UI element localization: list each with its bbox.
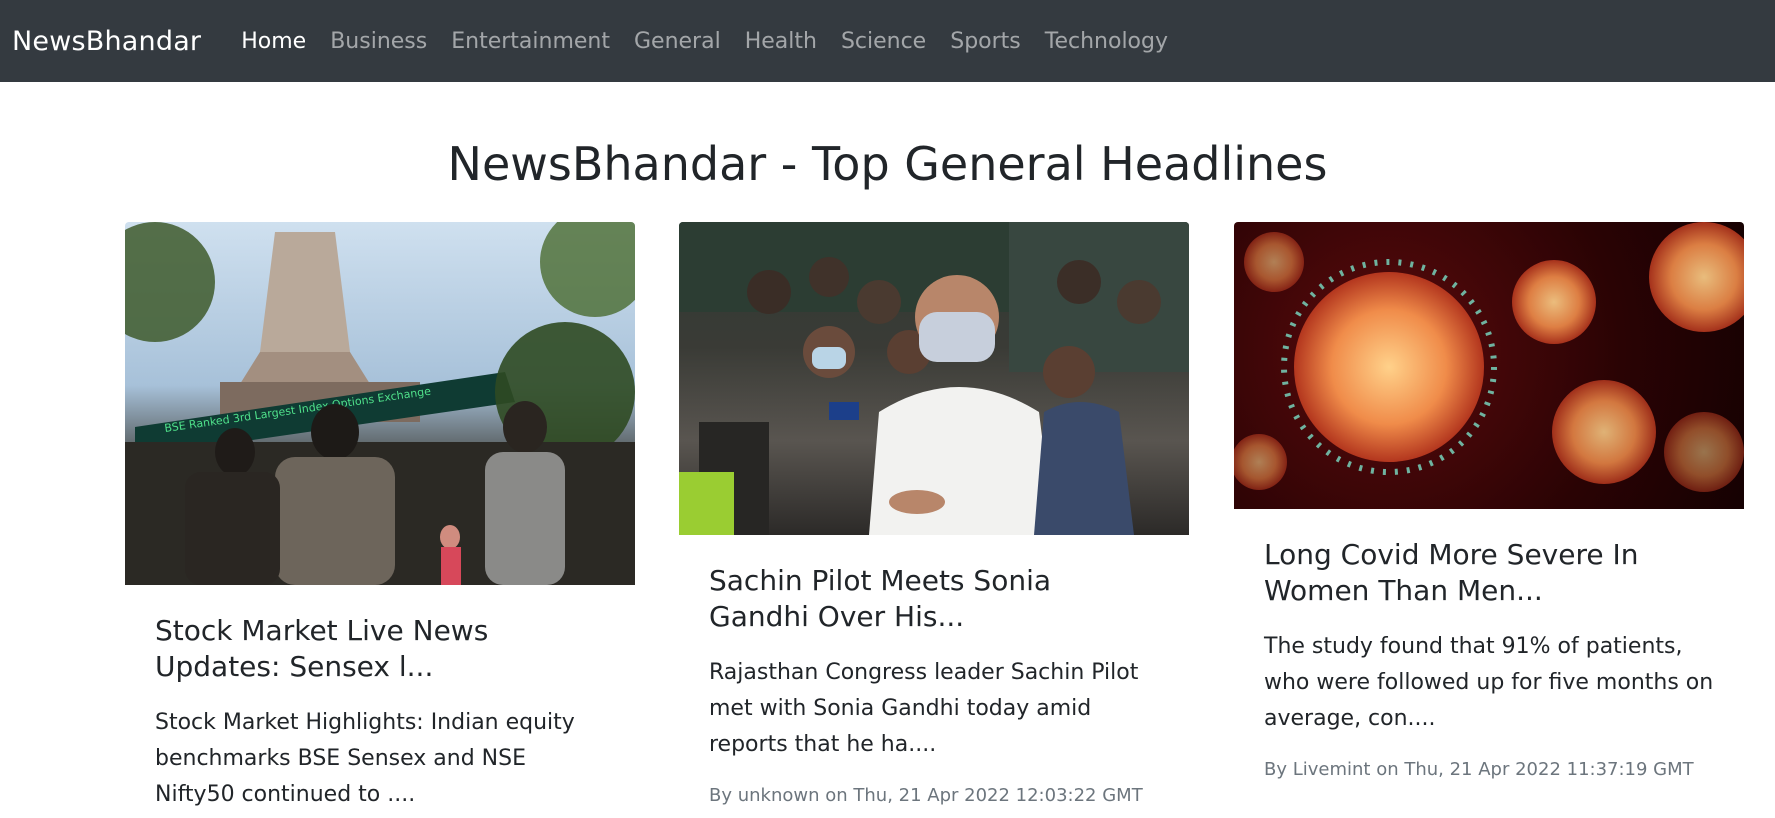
nav-business[interactable]: Business (318, 29, 439, 54)
brand-logo[interactable]: NewsBhandar (12, 26, 201, 57)
virus-illustration (1234, 222, 1744, 492)
news-image-virus (1234, 222, 1744, 509)
news-card: BSE Ranked 3rd Largest Index Options Exc… (125, 222, 635, 813)
top-navbar: NewsBhandar Home Business Entertainment … (0, 0, 1775, 82)
news-description: Stock Market Highlights: Indian equity b… (155, 710, 575, 807)
page-title: NewsBhandar - Top General Headlines (447, 137, 1328, 191)
news-card-body: Sachin Pilot Meets Sonia Gandhi Over His… (679, 535, 1189, 806)
nav-science[interactable]: Science (829, 29, 938, 54)
news-meta: By unknown on Thu, 21 Apr 2022 12:03:22 … (709, 785, 1143, 806)
news-image-stock-exchange: BSE Ranked 3rd Largest Index Options Exc… (125, 222, 635, 585)
nav-menu: Home Business Entertainment General Heal… (229, 29, 1180, 54)
news-description: Rajasthan Congress leader Sachin Pilot m… (709, 660, 1139, 757)
news-card: Sachin Pilot Meets Sonia Gandhi Over His… (679, 222, 1189, 806)
nav-health[interactable]: Health (733, 29, 829, 54)
news-card: Long Covid More Severe In Women Than Men… (1234, 222, 1744, 780)
news-meta: By Livemint on Thu, 21 Apr 2022 11:37:19… (1264, 759, 1694, 780)
stock-exchange-illustration: BSE Ranked 3rd Largest Index Options Exc… (125, 222, 635, 585)
news-title[interactable]: Long Covid More Severe In Women Than Men… (1264, 537, 1714, 609)
nav-general[interactable]: General (622, 29, 733, 54)
news-card-body: Stock Market Live News Updates: Sensex l… (125, 585, 635, 813)
nav-technology[interactable]: Technology (1033, 29, 1180, 54)
news-title[interactable]: Sachin Pilot Meets Sonia Gandhi Over His… (709, 563, 1159, 635)
news-title[interactable]: Stock Market Live News Updates: Sensex l… (155, 613, 605, 685)
crowd-illustration (679, 222, 1189, 535)
nav-home[interactable]: Home (229, 29, 318, 54)
news-card-body: Long Covid More Severe In Women Than Men… (1234, 509, 1744, 780)
news-description: The study found that 91% of patients, wh… (1264, 634, 1714, 731)
nav-entertainment[interactable]: Entertainment (439, 29, 622, 54)
news-image-crowd (679, 222, 1189, 535)
nav-sports[interactable]: Sports (938, 29, 1033, 54)
